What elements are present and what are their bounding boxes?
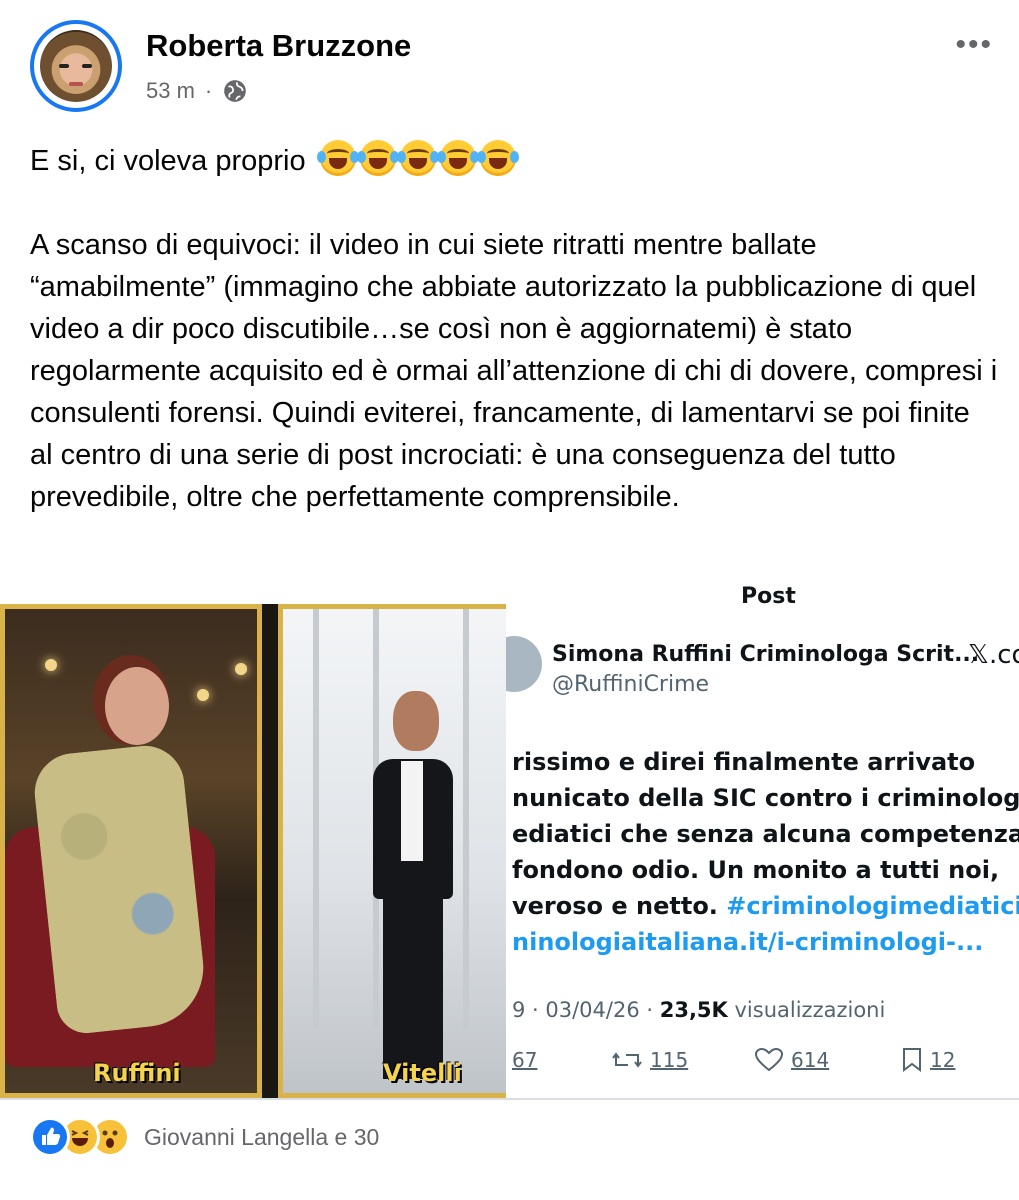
tweet-line: rissimo e direi finalmente arrivato (512, 748, 976, 776)
heart-icon (755, 1048, 783, 1072)
like-reaction-icon (30, 1117, 70, 1157)
tweet-author-name: Simona Ruffini Criminologa Scrit... (552, 642, 980, 667)
tweet-views-label: visualizzazioni (727, 998, 886, 1022)
like-action: 614 (755, 1048, 829, 1072)
post-paragraph: A scanso di equivoci: il video in cui si… (30, 229, 998, 513)
tweet-line-text: veroso e netto. (512, 892, 727, 920)
tweet-line: fondono odio. Un monito a tutti noi, (512, 856, 1000, 884)
bookmark-icon (903, 1048, 921, 1072)
avatar-eye (59, 64, 69, 68)
man-head (393, 691, 439, 751)
globe-icon[interactable] (222, 78, 248, 104)
avatar-eye (82, 64, 92, 68)
reply-count: 67 (512, 1048, 538, 1072)
collage-left-panel: Ruffini (0, 604, 262, 1098)
tweet-handle: @RuffiniCrime (552, 672, 710, 697)
more-options-button[interactable]: ••• (955, 28, 993, 62)
tweet-line: ediatici che senza alcuna competenza (512, 820, 1019, 848)
collage-image[interactable]: Ruffini Vitelli (0, 604, 506, 1098)
window-frame (463, 609, 469, 1029)
like-count: 614 (791, 1048, 830, 1072)
tweet-views-count: 23,5K (659, 998, 728, 1022)
reactions-label[interactable]: Giovanni Langella e 30 (144, 1124, 379, 1151)
man-legs (383, 889, 443, 1079)
laughing-tears-emoji (436, 140, 479, 176)
tweet-line: nunicato della SIC contro i criminologi (512, 784, 1019, 812)
post-header: Roberta Bruzzone 53 m · ••• (0, 0, 1019, 130)
author-name[interactable]: Roberta Bruzzone (146, 28, 411, 64)
window-frame (313, 609, 319, 1029)
post-first-line-text: E si, ci voleva proprio (30, 145, 306, 177)
tweet-avatar (506, 636, 542, 692)
stage-light (45, 659, 57, 671)
post-divider (0, 1098, 1019, 1100)
avatar-image (40, 30, 112, 102)
tweet-header: Post (741, 584, 796, 609)
tweet-actions: 67 115 614 12 (512, 1048, 1012, 1082)
stage-light (235, 663, 247, 675)
author-avatar[interactable] (30, 20, 122, 112)
tweet-date: 9 · 03/04/26 · (512, 998, 660, 1022)
post-text: E si, ci voleva proprio A scanso di equi… (30, 140, 1000, 518)
collage-right-panel: Vitelli (278, 604, 506, 1098)
laughing-tears-emoji (316, 140, 359, 176)
man-shirt (401, 761, 423, 861)
tweet-url-link: ninologiaitaliana.it/i-criminologi-... (512, 928, 984, 956)
hashtag-link: #criminologimediatici (726, 892, 1019, 920)
stage-light (197, 689, 209, 701)
meta-separator: · (204, 78, 213, 103)
tweet-meta: 9 · 03/04/26 · 23,5K visualizzazioni (512, 998, 885, 1022)
post-time[interactable]: 53 m (146, 78, 195, 104)
laughing-tears-emoji (396, 140, 439, 176)
tweet-body: rissimo e direi finalmente arrivato nuni… (512, 744, 1019, 960)
repost-action: 115 (612, 1048, 688, 1072)
reactions-bar[interactable]: Giovanni Langella e 30 (30, 1117, 379, 1157)
bookmark-action: 12 (902, 1048, 955, 1072)
laughing-tears-emoji (476, 140, 519, 176)
x-logo-icon: 𝕏.co (968, 640, 1019, 670)
tweet-line: veroso e netto. #criminologimediatici (512, 888, 1019, 924)
avatar-mouth (69, 82, 83, 86)
woman-head (105, 667, 169, 745)
post-meta: 53 m · (146, 78, 248, 104)
collage-right-label: Vitelli (383, 1059, 462, 1087)
reply-action: 67 (512, 1048, 537, 1072)
collage-left-label: Ruffini (93, 1059, 181, 1087)
laughing-tears-emoji (356, 140, 399, 176)
post-first-line: E si, ci voleva proprio (30, 140, 1000, 182)
repost-icon (612, 1052, 642, 1068)
bookmark-count: 12 (930, 1048, 956, 1072)
repost-count: 115 (650, 1048, 689, 1072)
emoji-group (316, 140, 520, 177)
tweet-screenshot[interactable]: Post Simona Ruffini Criminologa Scrit...… (506, 578, 1019, 1098)
dancing-woman (30, 741, 210, 1037)
